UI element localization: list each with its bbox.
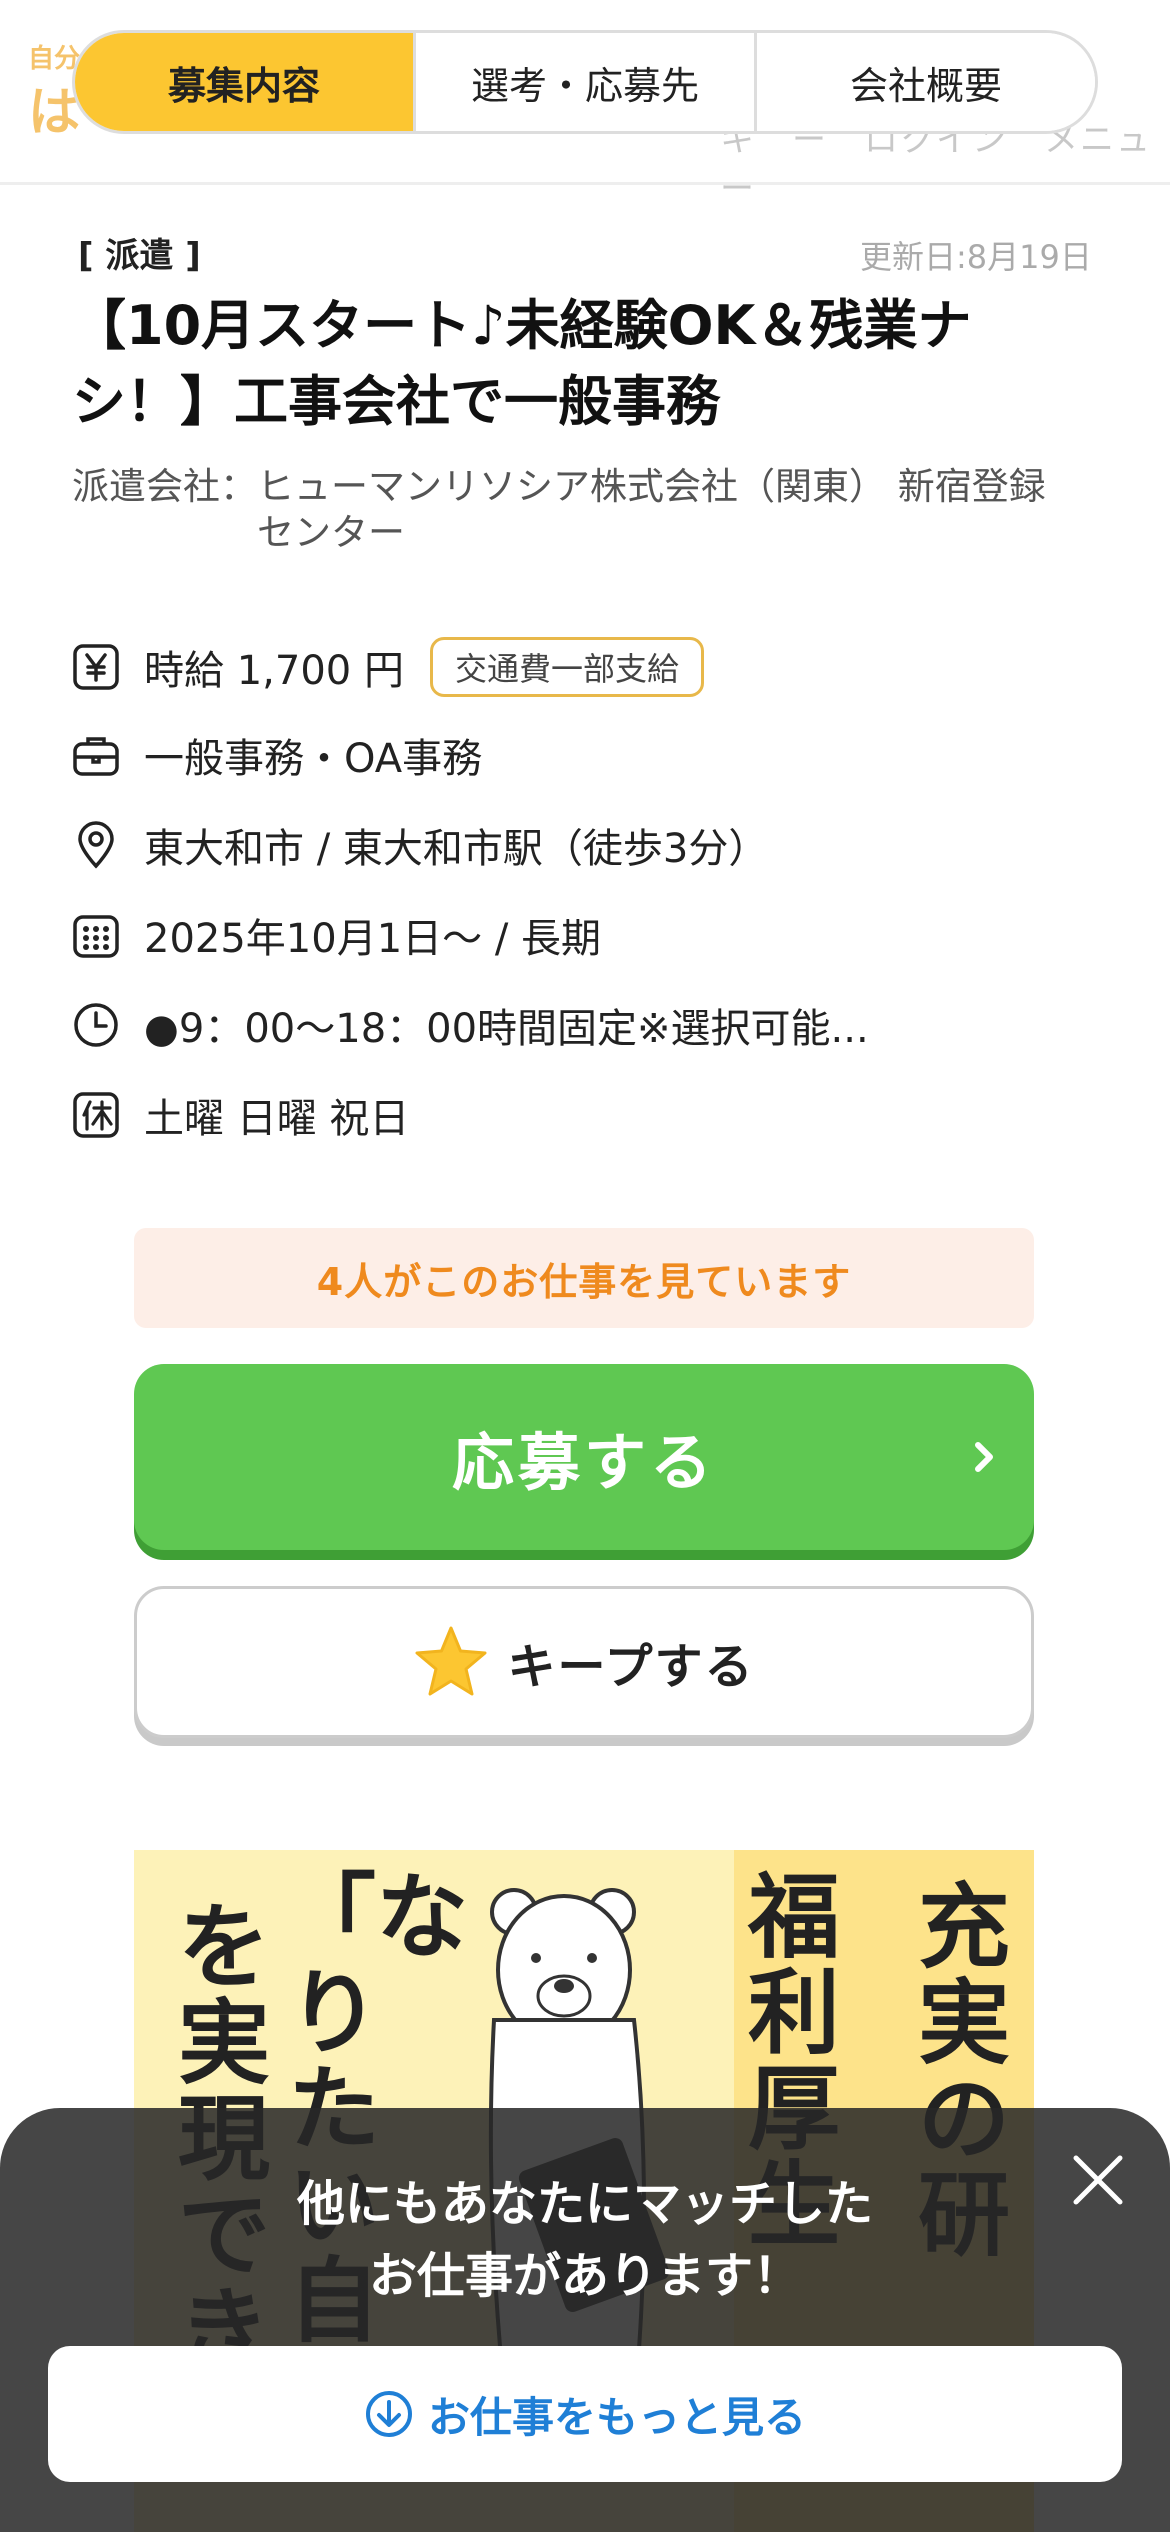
detail-category: 一般事務・OA事務: [72, 720, 482, 790]
briefcase-icon: [72, 731, 120, 779]
transport-badge: 交通費一部支給: [429, 637, 704, 697]
detail-hours: ●9：00〜18：00時間固定※選択可能...: [72, 990, 869, 1060]
detail-location: 東大和市 / 東大和市駅（徒歩3分）: [72, 810, 768, 880]
close-icon[interactable]: [1064, 2146, 1132, 2214]
category-text: 一般事務・OA事務: [144, 736, 483, 782]
apply-button-label: 応募する: [451, 1426, 716, 1499]
location-text: 東大和市 / 東大和市駅（徒歩3分）: [144, 826, 769, 872]
detail-wage: 時給 1,700 円 交通費一部支給: [72, 632, 704, 702]
tab-selection-apply[interactable]: 選考・応募先: [416, 33, 757, 131]
holiday-icon: [72, 1091, 120, 1139]
period-text: 2025年10月1日〜 / 長期: [144, 916, 602, 962]
company-info: 派遣会社： ヒューマンリソシア株式会社（関東） 新宿登録センター: [72, 464, 1082, 556]
see-more-jobs-label: お仕事をもっと見る: [427, 2392, 806, 2442]
see-more-jobs-button[interactable]: お仕事をもっと見る: [48, 2346, 1122, 2482]
keep-button-label: キープする: [507, 1639, 755, 1695]
apply-button[interactable]: 応募する: [134, 1364, 1034, 1550]
star-icon: [413, 1624, 489, 1700]
tab-job-details[interactable]: 募集内容: [75, 33, 416, 131]
updated-date: 更新日:8月19日: [860, 238, 1092, 276]
section-tabs: 募集内容 選考・応募先 会社概要: [72, 30, 1098, 134]
arrow-down-circle-icon: [364, 2389, 414, 2439]
hours-text: ●9：00〜18：00時間固定※選択可能...: [144, 1006, 869, 1052]
page: 自分 は キ ー ロクイン メニュー 募集内容 選考・応募先 会社概要 [ 派遣…: [0, 0, 1170, 2532]
company-name[interactable]: ヒューマンリソシア株式会社（関東） 新宿登録センター: [257, 464, 1082, 556]
viewers-notice: 4人がこのお仕事を見ています: [134, 1228, 1034, 1328]
employment-type-tag: [ 派遣 ]: [78, 236, 201, 276]
clock-icon: [72, 1001, 120, 1049]
yen-icon: [72, 643, 120, 691]
job-title: 【10月スタート♪未経験OK＆残業ナシ！】工事会社で一般事務: [72, 294, 972, 433]
detail-holidays: 土曜 日曜 祝日: [72, 1080, 409, 1150]
holidays-text: 土曜 日曜 祝日: [144, 1096, 410, 1142]
calendar-icon: [72, 911, 120, 959]
recommend-message-line1: 他にもあなたにマッチした: [296, 2176, 873, 2232]
tab-company-overview[interactable]: 会社概要: [757, 33, 1095, 131]
site-header: 自分 は キ ー ロクイン メニュー 募集内容 選考・応募先 会社概要: [0, 0, 1170, 209]
wage-text: 時給 1,700 円: [144, 648, 404, 694]
company-label: 派遣会社：: [72, 465, 257, 508]
detail-period: 2025年10月1日〜 / 長期: [72, 900, 601, 970]
chevron-right-icon: [966, 1427, 1006, 1487]
recommend-message: 他にもあなたにマッチした お仕事があります！: [0, 2168, 1170, 2312]
recommend-message-line2: お仕事があります！: [368, 2248, 801, 2304]
keep-button[interactable]: キープする: [134, 1586, 1034, 1738]
map-pin-icon: [72, 821, 120, 869]
